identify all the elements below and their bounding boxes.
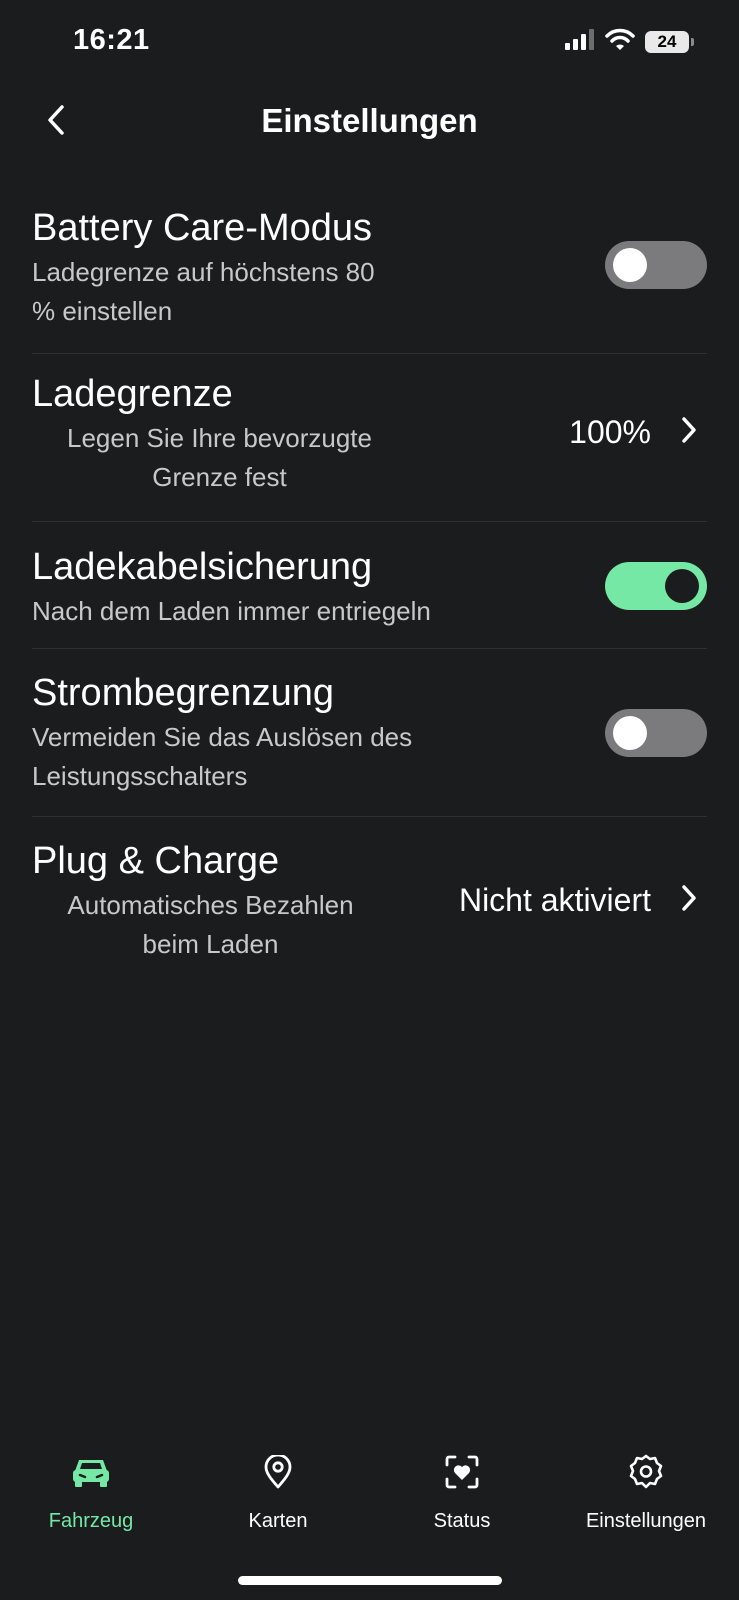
charge-limit-value: 100% (569, 414, 651, 450)
map-pin-icon (263, 1452, 293, 1492)
chevron-right-icon (681, 416, 697, 449)
tab-einstellungen[interactable]: Einstellungen (566, 1452, 726, 1533)
setting-description-line: Grenze fest (152, 462, 287, 492)
toggle-knob (613, 248, 647, 282)
tab-bar: Fahrzeug Karten Status Einstellungen (0, 1452, 739, 1552)
car-icon (72, 1452, 110, 1492)
setting-current-limit: Strombegrenzung Vermeiden Sie das Auslös… (32, 649, 707, 817)
setting-title: Battery Care-Modus (32, 207, 373, 249)
heart-scan-icon (445, 1452, 479, 1492)
setting-title: Strombegrenzung (32, 672, 335, 714)
setting-battery-care: Battery Care-Modus Ladegrenze auf höchst… (32, 192, 707, 354)
gear-icon (628, 1452, 664, 1492)
setting-cable-lock: Ladekabelsicherung Nach dem Laden immer … (32, 522, 707, 649)
setting-title: Ladegrenze (32, 373, 233, 415)
wifi-icon (605, 28, 635, 55)
nav-bar: Einstellungen (0, 92, 739, 152)
setting-description-line: Leistungsschalters (32, 761, 248, 791)
setting-description-line: Legen Sie Ihre bevorzugte (67, 423, 372, 453)
plug-charge-value: Nicht aktiviert (458, 882, 651, 918)
setting-description-line: % einstellen (32, 296, 173, 326)
tab-label: Karten (248, 1510, 308, 1532)
setting-description-line: Nach dem Laden immer entriegeln (32, 596, 431, 626)
tab-label: Status (433, 1510, 491, 1532)
page-title: Einstellungen (261, 102, 478, 139)
setting-title: Plug & Charge (32, 840, 280, 882)
toggle-knob (613, 716, 647, 750)
setting-charge-limit[interactable]: Ladegrenze Legen Sie Ihre bevorzugte Gre… (32, 354, 707, 522)
tab-label: Fahrzeug (48, 1510, 134, 1532)
chevron-right-icon (681, 884, 697, 917)
setting-description-line: Automatisches Bezahlen (67, 890, 354, 920)
tab-label: Einstellungen (585, 1510, 707, 1532)
cellular-signal-icon (565, 28, 595, 55)
charge-limit-value-button[interactable]: 100% (569, 414, 697, 451)
setting-description-line: beim Laden (142, 929, 279, 959)
home-indicator[interactable] (238, 1576, 502, 1585)
tab-status[interactable]: Status (382, 1452, 542, 1533)
status-icons: 24 (565, 28, 694, 55)
tab-fahrzeug[interactable]: Fahrzeug (11, 1452, 171, 1533)
setting-plug-charge[interactable]: Plug & Charge Automatisches Bezahlen bei… (32, 817, 707, 977)
current-limit-toggle[interactable] (605, 709, 707, 757)
tab-karten[interactable]: Karten (198, 1452, 358, 1533)
plug-charge-value-button[interactable]: Nicht aktiviert (459, 882, 697, 919)
battery-care-toggle[interactable] (605, 241, 707, 289)
settings-list: Battery Care-Modus Ladegrenze auf höchst… (32, 192, 707, 977)
status-bar: 16:21 24 (0, 0, 739, 84)
toggle-knob (665, 569, 699, 603)
cable-lock-toggle[interactable] (605, 562, 707, 610)
battery-icon: 24 (645, 30, 694, 53)
status-time: 16:21 (73, 24, 150, 56)
